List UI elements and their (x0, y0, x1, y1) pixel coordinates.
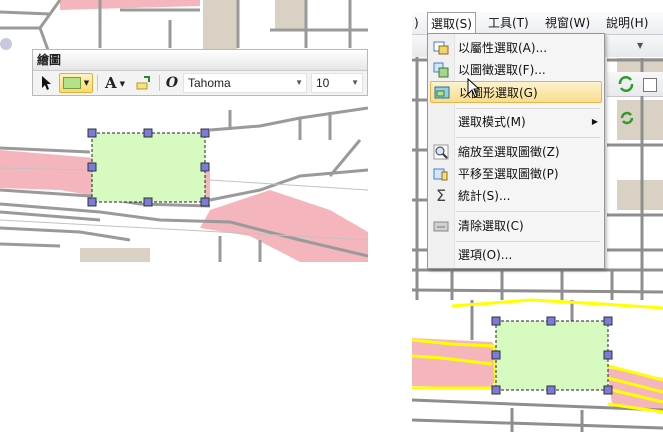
menu-separator (456, 241, 600, 242)
menu-item-label: 以屬性選取(A)... (458, 41, 548, 55)
refresh-button[interactable] (617, 75, 635, 97)
refresh-icon (618, 76, 634, 92)
font-size-value: 10 (316, 76, 330, 90)
menu-item-label: 清除選取(C) (458, 219, 524, 233)
font-name-value: Tahoma (188, 76, 231, 90)
tan-block (275, 0, 305, 30)
graphic-select-icon (434, 85, 450, 101)
menu-item-tools[interactable]: 工具(T) (488, 12, 529, 34)
font-italic-icon: O (165, 75, 179, 91)
toolbar-separator (159, 75, 160, 91)
mouse-cursor-icon (467, 78, 481, 98)
selection-rectangle[interactable] (495, 320, 609, 391)
menu-pan-to-selected[interactable]: 平移至選取圖徵(P) (430, 163, 602, 185)
left-map-canvas[interactable] (0, 0, 368, 262)
menu-bar: ) 選取(S) 工具(T) 視窗(W) 說明(H) (412, 12, 663, 35)
left-map-panel: 繪圖 ▼ A ▼ O Tahoma ▼ 10 ▼ (0, 0, 368, 262)
menu-item-label: 縮放至選取圖徵(Z) (458, 145, 560, 159)
resize-handle-e[interactable] (603, 350, 613, 360)
resize-handle-nw[interactable] (491, 316, 501, 326)
menu-item-select[interactable]: 選取(S) (427, 12, 476, 34)
marker-icon (136, 76, 150, 90)
pan-to-selected-icon (433, 166, 449, 182)
chevron-down-icon: ▼ (119, 78, 126, 88)
toolbar-button[interactable] (643, 78, 657, 92)
marker-button[interactable] (133, 73, 153, 93)
chevron-down-icon[interactable]: ▼ (637, 41, 643, 50)
resize-handle-se[interactable] (200, 197, 210, 207)
fill-color-button[interactable]: ▼ (59, 73, 93, 93)
menu-select-by-graphics[interactable]: 以圖形選取(G) (430, 81, 602, 103)
resize-handle-w[interactable] (491, 350, 501, 360)
resize-handle-e[interactable] (200, 162, 210, 172)
menu-item-help[interactable]: 說明(H) (606, 12, 648, 34)
resize-handle-n[interactable] (546, 316, 556, 326)
resize-handle-sw[interactable] (87, 197, 97, 207)
resize-handle-ne[interactable] (200, 128, 210, 138)
menu-separator (456, 137, 600, 138)
fill-color-icon (62, 77, 81, 89)
menu-item-window[interactable]: 視窗(W) (545, 12, 590, 34)
menu-select-by-attributes[interactable]: 以屬性選取(A)... (430, 37, 602, 59)
menu-selection-mode[interactable]: 選取模式(M) ▶ (430, 111, 602, 133)
resize-handle-s[interactable] (546, 385, 556, 395)
selection-rectangle[interactable] (91, 132, 206, 203)
menu-item-label: 選取模式(M) (458, 115, 526, 129)
menu-options[interactable]: 選項(O)... (430, 244, 602, 266)
text-icon: A (104, 74, 117, 92)
menu-item-previous[interactable]: ) (414, 12, 419, 34)
refresh-icon[interactable] (618, 109, 636, 127)
resize-handle-nw[interactable] (87, 128, 97, 138)
map-symbol (0, 38, 12, 50)
zoom-to-selected-icon (433, 144, 449, 160)
draw-toolbar-title: 繪圖 (33, 50, 367, 71)
menu-separator (456, 211, 600, 212)
resize-handle-n[interactable] (143, 128, 153, 138)
resize-handle-sw[interactable] (491, 385, 501, 395)
submenu-arrow-icon: ▶ (591, 117, 598, 126)
font-style-button[interactable]: O (165, 73, 179, 93)
resize-handle-s[interactable] (143, 197, 153, 207)
menu-item-label: 選項(O)... (458, 248, 513, 262)
attribute-select-icon (433, 40, 449, 56)
toolbar-separator (97, 75, 98, 91)
menu-clear-selection[interactable]: 清除選取(C) (430, 215, 602, 237)
pointer-icon (42, 76, 51, 90)
font-size-select[interactable]: 10 ▼ (311, 73, 363, 93)
menu-separator (456, 108, 600, 109)
draw-toolbar: 繪圖 ▼ A ▼ O Tahoma ▼ 10 ▼ (32, 49, 368, 96)
pointer-button[interactable] (39, 73, 55, 93)
map-toolbar (607, 72, 663, 96)
menu-statistics[interactable]: Σ 統計(S)... (430, 185, 602, 207)
resize-handle-ne[interactable] (603, 316, 613, 326)
chevron-down-icon: ▼ (295, 78, 303, 87)
clear-selection-icon (433, 218, 449, 234)
menu-item-label: 平移至選取圖徵(P) (458, 167, 559, 181)
tan-block (617, 180, 663, 210)
resize-handle-se[interactable] (603, 385, 613, 395)
feature-select-icon (433, 62, 449, 78)
tan-block (80, 248, 150, 262)
text-tool-button[interactable]: A ▼ (101, 73, 129, 93)
menu-select-by-location[interactable]: 以圖徵選取(F)... (430, 59, 602, 81)
menu-zoom-to-selected[interactable]: 縮放至選取圖徵(Z) (430, 141, 602, 163)
resize-handle-w[interactable] (87, 162, 97, 172)
select-menu-dropdown: 以屬性選取(A)... 以圖徵選取(F)... 以圖形選取(G) 選取模式(M)… (427, 33, 605, 269)
font-name-select[interactable]: Tahoma ▼ (183, 73, 307, 93)
chevron-down-icon: ▼ (83, 79, 90, 87)
menu-item-label: 統計(S)... (458, 189, 511, 203)
sigma-icon: Σ (435, 186, 447, 205)
tan-block (203, 0, 237, 50)
draw-toolbar-row: ▼ A ▼ O Tahoma ▼ 10 ▼ (33, 71, 367, 96)
right-map-panel: ) 選取(S) 工具(T) 視窗(W) 說明(H) ▼ 以屬性選取(A)... … (412, 0, 663, 432)
chevron-down-icon: ▼ (351, 78, 359, 87)
